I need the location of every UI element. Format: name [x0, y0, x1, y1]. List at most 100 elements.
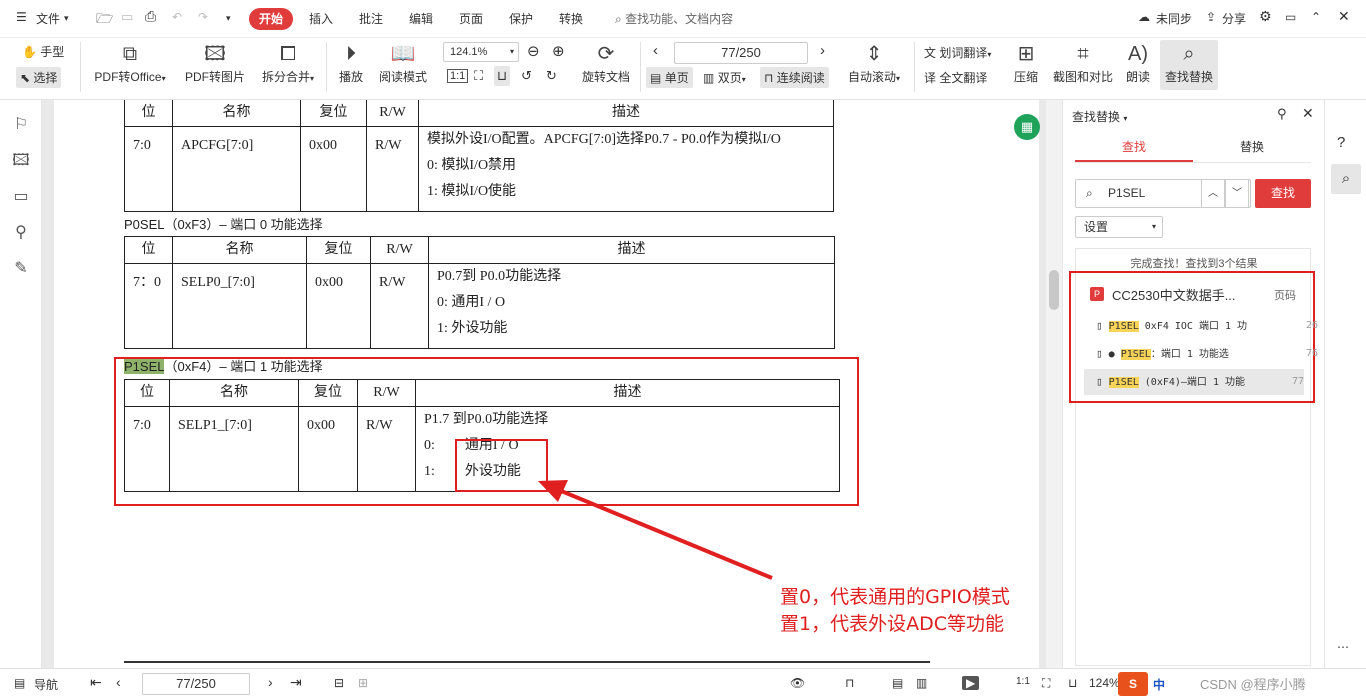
pdf-to-office-button[interactable]: ⧉ PDF转Office▾: [90, 42, 170, 85]
thumbnail-icon[interactable]: 🖾: [12, 152, 30, 170]
find-panel-toggle-icon[interactable]: ⌕: [1331, 164, 1361, 194]
menu-convert[interactable]: 转换: [559, 10, 583, 27]
print-icon[interactable]: ⎙: [145, 8, 156, 25]
zoom-select[interactable]: 124.1% ▾: [443, 42, 519, 62]
hand-tool-button[interactable]: ✋ 手型: [22, 43, 64, 60]
fit-width-icon[interactable]: ⊔: [1068, 676, 1077, 690]
result-doc-name[interactable]: CC2530中文数据手...: [1112, 285, 1236, 304]
continuous-read-button[interactable]: ⊓ 连续阅读: [760, 67, 829, 88]
find-button[interactable]: 查找: [1255, 179, 1311, 208]
menu-comment[interactable]: 批注: [359, 10, 383, 27]
menu-protect[interactable]: 保护: [509, 10, 533, 27]
back-icon[interactable]: ⊟: [334, 676, 344, 690]
eye-icon[interactable]: 👁: [790, 676, 805, 690]
menu-file[interactable]: 文件: [36, 10, 60, 27]
forward-icon[interactable]: ⊞: [358, 676, 368, 690]
zoom-level[interactable]: 124%: [1089, 676, 1120, 690]
page-number-input[interactable]: 77/250: [674, 42, 808, 64]
menu-edit[interactable]: 编辑: [409, 10, 433, 27]
spreadsheet-float-icon[interactable]: ▦: [1014, 114, 1040, 140]
gear-icon[interactable]: ⚙: [1259, 8, 1272, 25]
nav-toggle-icon[interactable]: ▤: [14, 676, 25, 690]
bookmark-icon[interactable]: ⚐: [12, 116, 30, 134]
last-page-icon[interactable]: ⇥: [290, 674, 302, 691]
fit-page-icon[interactable]: ⛶: [474, 68, 483, 84]
rotate-right-icon[interactable]: ↻: [546, 68, 557, 84]
rotate-left-icon[interactable]: ↺: [521, 68, 532, 84]
rotate-doc-button[interactable]: ⟳ 旋转文档: [578, 42, 634, 85]
save-icon[interactable]: ▭: [121, 9, 133, 25]
panel-title[interactable]: 查找替换 ▾: [1072, 108, 1127, 125]
menu-page[interactable]: 页面: [459, 10, 483, 27]
read-aloud-button[interactable]: A) 朗读: [1122, 42, 1154, 85]
quick-access-chevron-icon[interactable]: ▾: [226, 13, 231, 24]
single-page-button[interactable]: ▤ 单页: [646, 67, 693, 88]
vertical-scrollbar[interactable]: [1046, 100, 1062, 668]
pdf-to-image-button[interactable]: 🖾 PDF转图片: [182, 42, 248, 85]
slideshow-icon[interactable]: ▶: [962, 676, 980, 690]
pin-icon[interactable]: ⚲: [1277, 106, 1287, 122]
document-viewport[interactable]: 位 名称 复位 R/W 描述 7:0 APCFG[7:0] 0x00 R/W 模…: [42, 100, 1046, 668]
find-replace-button[interactable]: ⌕ 查找替换: [1160, 40, 1218, 90]
play-button[interactable]: ⏵ 播放: [334, 42, 368, 85]
more-icon[interactable]: ⋯: [1337, 640, 1349, 654]
attachment-icon[interactable]: ⚲: [12, 224, 30, 242]
zoom-out-icon[interactable]: ⊖: [527, 42, 540, 60]
hamburger-icon[interactable]: ☰: [16, 10, 27, 24]
actual-size-icon[interactable]: 1:1: [447, 69, 469, 83]
double-view-icon[interactable]: ▥: [916, 676, 927, 690]
close-icon[interactable]: ✕: [1338, 8, 1350, 25]
double-page-button[interactable]: ▥ 双页▾: [703, 69, 746, 86]
sync-status[interactable]: 未同步: [1156, 10, 1192, 27]
compress-button[interactable]: ⊞ 压缩: [1010, 42, 1042, 85]
close-icon[interactable]: ✕: [1302, 105, 1314, 122]
next-result-icon[interactable]: ﹀: [1225, 179, 1249, 208]
prev-page-icon[interactable]: ‹: [653, 42, 658, 59]
redo-icon[interactable]: ↷: [198, 10, 208, 24]
signature-icon[interactable]: ✎: [12, 260, 30, 278]
fit-width-icon[interactable]: ⊔: [494, 66, 511, 86]
cloud-icon[interactable]: ☁: [1138, 10, 1150, 24]
comment-icon[interactable]: ▭: [12, 188, 30, 206]
next-page-icon[interactable]: ›: [820, 42, 825, 59]
ime-lang[interactable]: 中: [1153, 676, 1165, 693]
prev-result-icon[interactable]: ︿: [1201, 179, 1225, 208]
search-placeholder: 查找功能、文档内容: [625, 12, 734, 26]
menu-start[interactable]: 开始: [249, 8, 293, 30]
full-translate-button[interactable]: 译 全文翻译: [924, 69, 987, 86]
result-item[interactable]: ▯ ● P1SEL：端口 1 功能选 76: [1096, 341, 1318, 367]
menu-insert[interactable]: 插入: [309, 10, 333, 27]
share-button[interactable]: 分享: [1222, 10, 1246, 27]
auto-scroll-button[interactable]: ⇕ 自动滚动▾: [845, 42, 903, 85]
status-page-input[interactable]: 77/250: [142, 673, 250, 695]
actual-size-icon[interactable]: 1:1: [1016, 676, 1030, 687]
minimize-icon[interactable]: ⌃: [1311, 10, 1321, 24]
global-search[interactable]: ⌕ 查找功能、文档内容: [615, 10, 733, 27]
word-translate-button[interactable]: 文 划词翻译▾: [924, 44, 991, 61]
help-icon[interactable]: ?: [1337, 134, 1345, 151]
crop-compare-button[interactable]: ⌗ 截图和对比: [1050, 42, 1116, 85]
open-folder-icon[interactable]: 🗁: [96, 8, 113, 32]
prev-page-icon[interactable]: ‹: [116, 674, 121, 690]
split-merge-button[interactable]: ⧠ 拆分合并▾: [256, 42, 320, 85]
ime-logo-icon[interactable]: S: [1118, 672, 1148, 696]
tab-find[interactable]: 查找: [1075, 138, 1193, 162]
select-tool-button[interactable]: ⬉ 选择: [16, 67, 62, 88]
chevron-down-icon[interactable]: ▾: [64, 13, 69, 24]
result-item[interactable]: ▯ P1SEL 0xF4 IOC 端口 1 功 26: [1096, 313, 1318, 339]
read-mode-button[interactable]: 📖 阅读模式: [376, 42, 430, 85]
fit-page-icon[interactable]: ⛶: [1042, 676, 1050, 691]
nav-label[interactable]: 导航: [34, 676, 58, 693]
next-page-icon[interactable]: ›: [268, 674, 273, 690]
tab-replace[interactable]: 替换: [1193, 138, 1311, 155]
scrollbar-thumb[interactable]: [1049, 270, 1059, 310]
undo-icon[interactable]: ↶: [172, 10, 182, 24]
result-item-selected[interactable]: ▯ P1SEL (0xF4)–端口 1 功能 77: [1084, 369, 1304, 395]
single-view-icon[interactable]: ▤: [892, 676, 903, 690]
feedback-icon[interactable]: ▭: [1285, 10, 1296, 24]
first-page-icon[interactable]: ⇤: [90, 674, 102, 691]
zoom-in-icon[interactable]: ⊕: [552, 42, 565, 60]
settings-select[interactable]: 设置 ▾: [1075, 216, 1163, 238]
layout-icon[interactable]: ⊓: [845, 676, 854, 690]
share-icon[interactable]: ⇪: [1206, 10, 1216, 24]
